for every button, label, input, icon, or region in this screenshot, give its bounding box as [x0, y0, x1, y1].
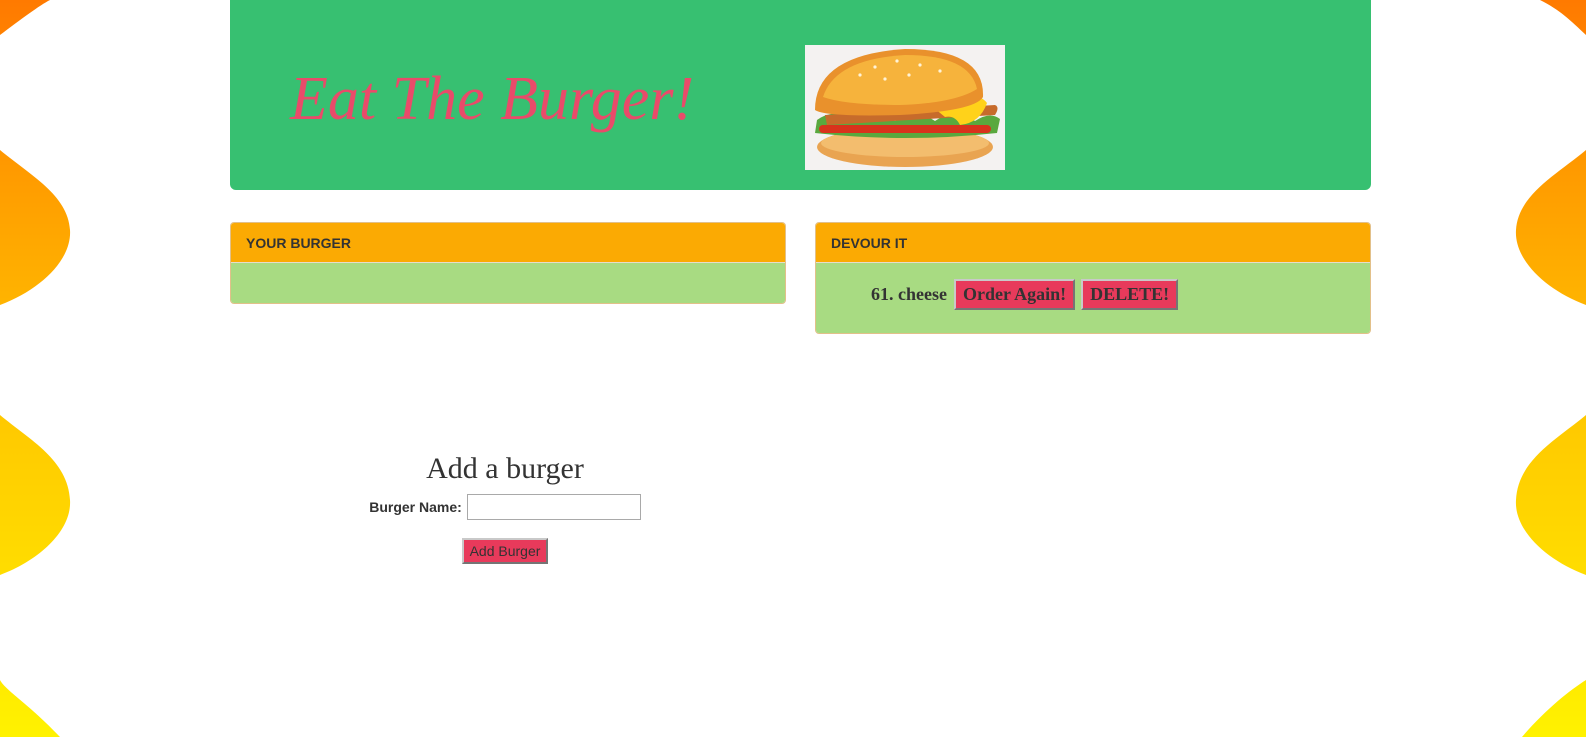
devour-it-panel: DEVOUR IT 61. cheese Order Again! DELETE…	[815, 222, 1371, 334]
list-item: 61. cheese Order Again! DELETE!	[871, 279, 1182, 310]
add-burger-form: Add a burger Burger Name: Add Burger	[330, 452, 680, 564]
your-burger-panel: YOUR BURGER	[230, 222, 786, 304]
burger-name: 61. cheese	[871, 284, 947, 304]
burger-name-input[interactable]	[466, 494, 641, 520]
delete-button[interactable]: DELETE!	[1081, 279, 1179, 310]
devoured-burger-list: 61. cheese Order Again! DELETE!	[816, 263, 1370, 333]
add-burger-button[interactable]: Add Burger	[461, 538, 549, 564]
burger-name-label: Burger Name:	[369, 499, 462, 515]
panel-heading: YOUR BURGER	[231, 223, 785, 263]
page: Eat The Burger! YOUR BURGER DEVOUR IT 61…	[0, 0, 1586, 737]
form-row: Burger Name:	[330, 494, 680, 520]
burger-logo-icon	[805, 45, 1005, 170]
add-burger-title: Add a burger	[426, 452, 584, 485]
panel-heading: DEVOUR IT	[816, 223, 1370, 263]
your-burger-list	[231, 263, 785, 303]
order-again-button[interactable]: Order Again!	[953, 279, 1076, 310]
header-banner: Eat The Burger!	[230, 0, 1371, 190]
page-title: Eat The Burger!	[290, 65, 695, 133]
